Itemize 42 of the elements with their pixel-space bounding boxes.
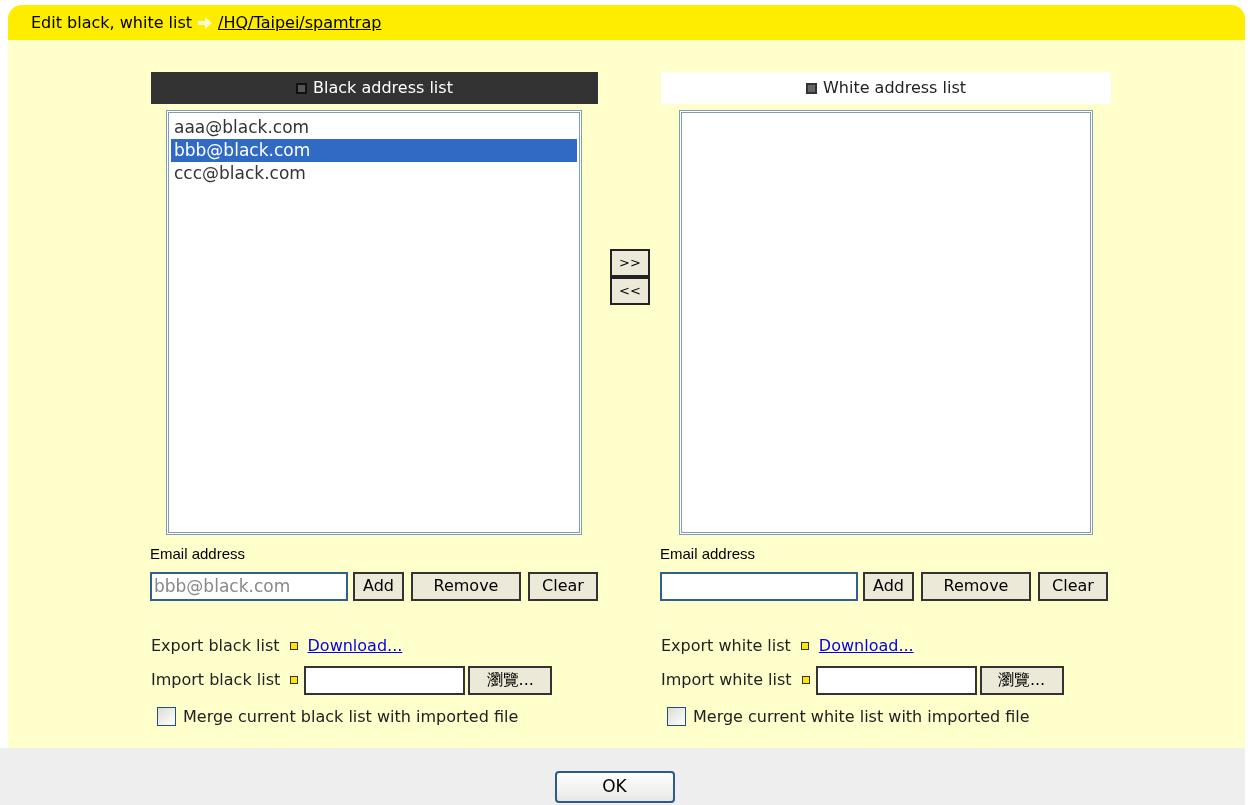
bullet-icon [800, 641, 809, 650]
action-button[interactable]: Clear [1038, 571, 1108, 601]
list-title: White address list [822, 77, 967, 99]
bullet-icon [801, 676, 810, 684]
bullet-icon [290, 676, 299, 684]
browse-button[interactable]: 瀏覽... [979, 665, 1064, 695]
file-field[interactable] [304, 665, 466, 695]
merge-label: Merge current black list with imported file [183, 705, 519, 728]
square-icon [296, 82, 308, 94]
merge-checkbox[interactable] [667, 707, 686, 726]
browse-button[interactable]: 瀏覽... [468, 665, 553, 695]
download-link[interactable]: Download... [307, 633, 403, 658]
action-button[interactable]: Clear [528, 571, 598, 601]
action-button[interactable]: Add [353, 571, 404, 601]
action-button[interactable]: Remove [411, 571, 521, 601]
field-label: Email address [150, 544, 247, 564]
arrow-icon [198, 16, 213, 29]
move-button[interactable]: >> [610, 249, 650, 277]
move-button[interactable]: << [610, 277, 650, 305]
email-field[interactable] [660, 571, 858, 601]
email-field[interactable]: bbb@black.com [150, 571, 348, 601]
ok-button[interactable]: OK [554, 771, 675, 803]
action-button[interactable]: Add [863, 571, 914, 601]
export-label: Export white list [661, 634, 791, 657]
file-field[interactable] [815, 665, 977, 695]
merge-label: Merge current white list with imported file [693, 705, 1030, 728]
square-icon [805, 82, 817, 94]
download-link[interactable]: Download... [818, 633, 914, 658]
bullet-icon [289, 641, 298, 650]
page-title: Edit black, white list [31, 11, 193, 34]
path-link[interactable]: /HQ/Taipei/spamtrap [218, 10, 382, 35]
merge-checkbox[interactable] [157, 707, 176, 726]
list-item[interactable]: bbb@black.com [171, 139, 577, 162]
list-title: Black address list [313, 77, 453, 99]
list-item[interactable]: ccc@black.com [171, 162, 577, 185]
field-label: Email address [660, 544, 757, 564]
import-label: Import black list [151, 669, 281, 691]
export-label: Export black list [151, 634, 280, 657]
list-item[interactable]: aaa@black.com [171, 116, 577, 139]
import-label: Import white list [661, 669, 792, 691]
address-listbox[interactable]: aaa@black.com bbb@black.com ccc@black.com [166, 110, 582, 535]
action-button[interactable]: Remove [921, 571, 1031, 601]
